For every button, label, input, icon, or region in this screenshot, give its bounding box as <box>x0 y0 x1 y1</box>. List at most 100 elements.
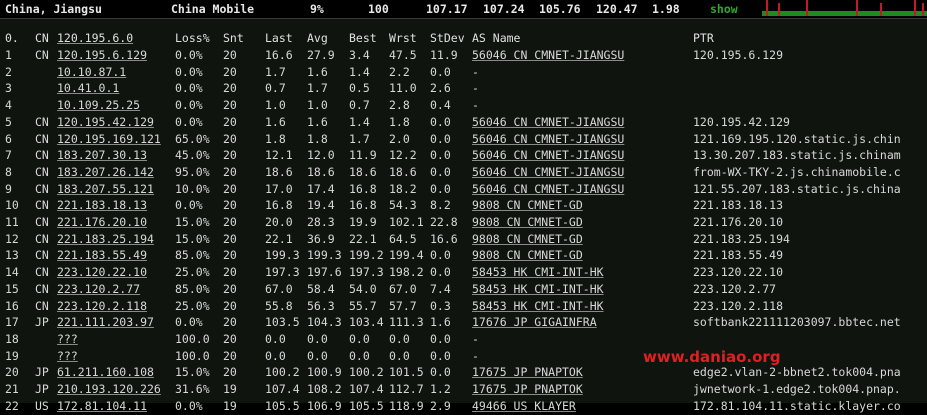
host-address[interactable]: 223.120.2.118 <box>57 299 147 313</box>
as-name[interactable]: 56046 CN CMNET-JIANGSU <box>472 165 624 179</box>
stdev-ms: 0.0 <box>430 248 451 263</box>
as-name[interactable]: 56046 CN CMNET-JIANGSU <box>472 115 624 129</box>
best-ms: 0.5 <box>349 81 370 96</box>
stdev-ms: 0.0 <box>430 131 451 146</box>
avg-value: 107.24 <box>483 2 525 16</box>
avg-ms: 12.0 <box>307 148 335 163</box>
header-target: 120.195.6.0 <box>57 31 134 45</box>
best-ms: 11.9 <box>349 148 377 163</box>
table-row: 18??? 100.0 20 0.0 0.0 0.0 0.0 0.0 - <box>0 332 927 348</box>
hop-number: 4 <box>5 98 12 113</box>
stdev-ms: 0.4 <box>430 98 451 113</box>
best-ms: 16.8 <box>349 198 377 213</box>
best-ms: 22.1 <box>349 231 377 246</box>
host-address[interactable]: 221.183.18.13 <box>57 198 147 212</box>
host-address[interactable]: 183.207.26.142 <box>57 165 154 179</box>
summary-bar: China, Jiangsu China Mobile 9% 100 107.1… <box>0 0 927 19</box>
avg-ms: 1.0 <box>307 98 328 113</box>
as-name[interactable]: 56046 CN CMNET-JIANGSU <box>472 48 624 62</box>
ptr-hostname: 221.183.55.49 <box>693 248 784 263</box>
host-address[interactable]: 221.183.55.49 <box>57 248 147 262</box>
host-address[interactable]: 221.183.25.194 <box>57 232 154 246</box>
last-ms: 20.0 <box>265 215 293 229</box>
last-ms: 103.5 <box>265 315 300 330</box>
as-name[interactable]: - <box>472 98 479 112</box>
ptr-hostname: softbank221111203097.bbtec.net <box>693 315 901 330</box>
best-ms: 100.2 <box>349 365 384 380</box>
avg-ms: 0.0 <box>307 331 328 346</box>
as-name[interactable]: 9808 CN CMNET-GD <box>472 232 583 246</box>
loss-percent: 0.0% <box>175 64 203 79</box>
stdev-value: 1.98 <box>652 2 680 16</box>
last-ms: 55.8 <box>265 298 293 313</box>
sent-count: 20 <box>223 265 237 280</box>
as-name[interactable]: 17675 JP PNAPTOK <box>472 382 583 396</box>
country-code: CN <box>35 281 49 296</box>
as-name[interactable]: - <box>472 81 479 95</box>
host-address[interactable]: 183.207.55.121 <box>57 182 154 196</box>
as-name[interactable]: 58453 HK CMI-INT-HK <box>472 265 604 279</box>
as-name[interactable]: - <box>472 65 479 79</box>
as-name[interactable]: - <box>472 332 479 346</box>
sent-count: 20 <box>223 164 237 179</box>
host-address[interactable]: ??? <box>57 332 78 346</box>
table-row: 12 CN 221.183.25.194 15.0% 20 22.1 36.9 22.1 64.… <box>0 232 927 248</box>
stdev-ms: 1.2 <box>430 382 451 396</box>
host-address[interactable]: 10.10.87.1 <box>57 65 126 79</box>
host-address[interactable]: 120.195.6.129 <box>57 48 147 62</box>
best-ms: 199.2 <box>349 248 384 263</box>
as-name[interactable]: 56046 CN CMNET-JIANGSU <box>472 148 624 162</box>
as-name[interactable]: 56046 CN CMNET-JIANGSU <box>472 132 624 146</box>
host-address[interactable]: 221.176.20.10 <box>57 215 147 229</box>
as-name[interactable]: 58453 HK CMI-INT-HK <box>472 299 604 313</box>
show-link[interactable]: show <box>710 2 738 16</box>
worst-ms: 54.3 <box>389 198 417 213</box>
avg-ms: 28.3 <box>307 215 335 229</box>
host-address[interactable]: 221.111.203.97 <box>57 315 154 329</box>
country-code: CN <box>35 198 49 213</box>
worst-ms: 0.0 <box>389 331 410 346</box>
as-name[interactable]: 58453 HK CMI-INT-HK <box>472 282 604 296</box>
as-name[interactable]: 49466 US KLAYER <box>472 399 576 413</box>
loss-percent: 100.0 <box>175 331 210 346</box>
avg-ms: 104.3 <box>307 315 342 330</box>
as-name[interactable]: 9808 CN CMNET-GD <box>472 198 583 212</box>
as-name[interactable]: 17675 JP PNAPTOK <box>472 365 583 379</box>
loss-percent: 25.0% <box>175 265 210 280</box>
table-row: 6 CN 120.195.169.121 65.0% 20 1.8 1.8 1.7 2.0 0.0… <box>0 132 927 148</box>
host-address[interactable]: ??? <box>57 349 78 363</box>
host-address[interactable]: 120.195.169.121 <box>57 132 161 146</box>
best-ms: 54.0 <box>349 281 377 296</box>
sent-count: 20 <box>223 298 237 313</box>
last-ms: 18.6 <box>265 164 293 179</box>
host-address[interactable]: 223.120.2.77 <box>57 282 140 296</box>
host-address[interactable]: 61.211.160.108 <box>57 365 154 379</box>
sent-count: 20 <box>223 131 237 146</box>
avg-ms: 106.9 <box>307 398 342 413</box>
host-address[interactable]: 183.207.30.13 <box>57 148 147 162</box>
header-last: Last <box>265 31 293 45</box>
host-address[interactable]: 172.81.104.11 <box>57 399 147 413</box>
host-address[interactable]: 210.193.120.226 <box>57 382 161 396</box>
as-name[interactable]: 9808 CN CMNET-GD <box>472 248 583 262</box>
loss-percent: 85.0% <box>175 281 210 296</box>
header-wrst: Wrst <box>389 31 417 45</box>
as-name[interactable]: 56046 CN CMNET-JIANGSU <box>472 182 624 196</box>
as-name[interactable]: - <box>472 349 479 363</box>
worst-ms: 57.7 <box>389 298 417 313</box>
as-name[interactable]: 9808 CN CMNET-GD <box>472 215 583 229</box>
host-address[interactable]: 120.195.42.129 <box>57 115 154 129</box>
ptr-hostname: 120.195.6.129 <box>693 48 784 62</box>
loss-percent: 0.0% <box>175 315 203 330</box>
last-value: 107.17 <box>426 2 468 16</box>
hop-number: 12 <box>5 231 19 246</box>
as-name[interactable]: 17676 JP GIGAINFRA <box>472 315 597 329</box>
host-address[interactable]: 10.41.0.1 <box>57 81 119 95</box>
host-address[interactable]: 223.120.22.10 <box>57 265 147 279</box>
stdev-ms: 22.8 <box>430 215 458 229</box>
last-ms: 0.0 <box>265 331 286 346</box>
sent-count: 20 <box>223 64 237 79</box>
host-address[interactable]: 10.109.25.25 <box>57 98 140 112</box>
avg-ms: 1.6 <box>307 114 328 129</box>
hop-number: 19 <box>5 348 19 363</box>
